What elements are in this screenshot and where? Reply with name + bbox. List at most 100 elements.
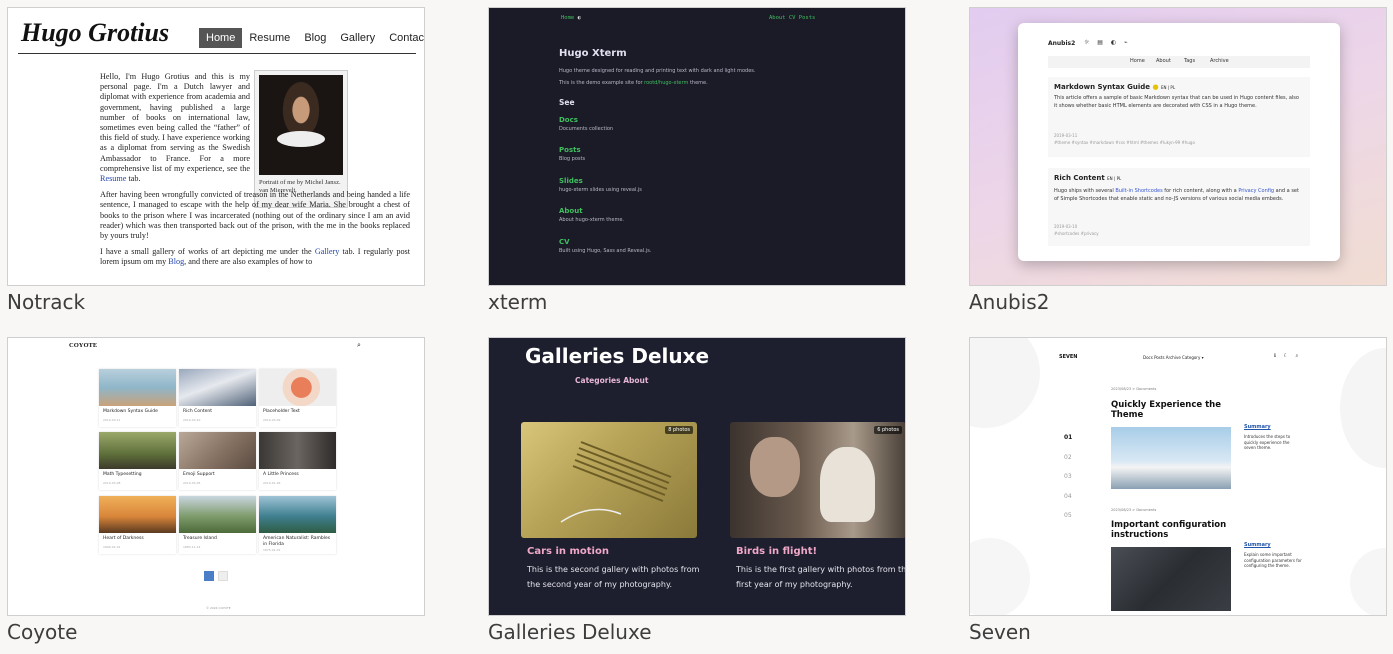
bg-blob	[1340, 348, 1386, 468]
list-item[interactable]: Treasure Island 1883-11-14	[179, 496, 256, 554]
gallery-title[interactable]: Birds in flight!	[736, 546, 817, 557]
caption-xterm[interactable]: xterm	[488, 290, 547, 314]
browser-window: Anubis2 ☼ ▤ ◐ ⌁ Home About Tags Archive …	[1018, 23, 1340, 261]
site-nav[interactable]: Categories About	[575, 376, 648, 385]
gallery-link[interactable]: Gallery	[315, 247, 340, 256]
caption-coyote[interactable]: Coyote	[7, 620, 77, 644]
breadcrumb[interactable]: 2023/08/23 > Documents	[1111, 508, 1156, 512]
header-tools[interactable]: ℹ ☾ ⌕	[1274, 353, 1301, 359]
gallery-cover-birds[interactable]: 6 photos	[730, 422, 905, 538]
bg-blob	[970, 338, 1040, 428]
photo-count-badge: 8 photos	[665, 426, 693, 434]
theme-preview-notrack[interactable]: Hugo Grotius Home Resume Blog Gallery Co…	[7, 7, 425, 286]
resume-link[interactable]: Resume	[100, 174, 126, 183]
list-item[interactable]: Emoji Support 2019-03-05	[179, 432, 256, 490]
tile-image	[179, 432, 256, 469]
header-divider	[18, 53, 416, 54]
nav-archive[interactable]: Archive	[1210, 58, 1229, 64]
footer-text: © 2024 COYOTE	[206, 606, 231, 610]
post-tags[interactable]: #shortcodes #privacy	[1054, 231, 1099, 236]
theme-preview-galleries-deluxe[interactable]: Galleries Deluxe Categories About 8 phot…	[488, 337, 906, 616]
post-image	[1111, 427, 1231, 489]
site-title: Galleries Deluxe	[525, 344, 710, 368]
list-item[interactable]: Markdown Syntax Guide 2019-03-11	[99, 369, 176, 427]
theme-preview-coyote[interactable]: COYOTE ⌕ Markdown Syntax Guide 2019-03-11…	[7, 337, 425, 616]
theme-preview-xterm[interactable]: Home ◐ About CV Posts Hugo Xterm Hugo th…	[488, 7, 906, 286]
gallery-description: This is the second gallery with photos f…	[527, 565, 700, 589]
tile-image	[259, 496, 336, 533]
pager-number[interactable]: 01	[1064, 434, 1072, 441]
caption-notrack[interactable]: Notrack	[7, 290, 85, 314]
post-title[interactable]: Important configuration instructions	[1111, 520, 1251, 540]
list-item[interactable]: A Little Princess 2019-01-26	[259, 432, 336, 490]
list-item[interactable]: Rich Content 2019-03-10	[179, 369, 256, 427]
nav-resume[interactable]: Resume	[242, 28, 297, 48]
tile-image	[259, 432, 336, 469]
nav-blog[interactable]: Blog	[297, 28, 333, 48]
post-title[interactable]: Rich Content EN | PL	[1054, 174, 1121, 182]
list-item[interactable]: American Naturalist: Rambles in Florida 1…	[259, 496, 336, 554]
page-2-button[interactable]	[218, 571, 228, 581]
summary-text: Introduces the steps to quickly experien…	[1244, 434, 1291, 450]
post-card[interactable]: Markdown Syntax Guide ● EN | PL This art…	[1048, 77, 1310, 157]
list-item[interactable]: About About hugo-xterm theme.	[559, 207, 624, 223]
summary-label: Summary	[1244, 542, 1271, 548]
site-title: Hugo Grotius	[21, 18, 170, 47]
site-nav[interactable]: Docs Posts Archive Category ▾	[1143, 355, 1204, 360]
page-1-button[interactable]	[204, 571, 214, 581]
nav-home[interactable]: Home	[199, 28, 243, 48]
caption-anubis2[interactable]: Anubis2	[969, 290, 1049, 314]
nav-home[interactable]: Home ◐	[561, 15, 581, 21]
site-logo[interactable]: SEVEN	[1059, 354, 1078, 360]
see-heading: See	[559, 98, 575, 107]
pager-number[interactable]: 05	[1064, 512, 1072, 519]
blog-link[interactable]: Blog	[168, 257, 184, 266]
post-title[interactable]: Quickly Experience the Theme	[1111, 400, 1251, 420]
car-grille-graphic	[560, 441, 672, 523]
theme-preview-anubis2[interactable]: Anubis2 ☼ ▤ ◐ ⌁ Home About Tags Archive …	[969, 7, 1387, 286]
summary-text: Explain some important configuration par…	[1244, 552, 1302, 568]
caption-galleries-deluxe[interactable]: Galleries Deluxe	[488, 620, 652, 644]
nav-links[interactable]: About CV Posts	[769, 15, 815, 21]
list-item[interactable]: Docs Documents collection	[559, 116, 613, 132]
theme-preview-seven[interactable]: SEVEN Docs Posts Archive Category ▾ ℹ ☾ …	[969, 337, 1387, 616]
tile-image	[99, 369, 176, 406]
site-logo[interactable]: COYOTE	[69, 342, 97, 349]
gallery-cover-cars[interactable]: 8 photos	[521, 422, 697, 538]
post-date: 2019-03-10	[1054, 224, 1078, 229]
list-item[interactable]: CV Built using Hugo, Sass and Reveal.js.	[559, 238, 651, 254]
post-title[interactable]: Markdown Syntax Guide ● EN | PL	[1054, 83, 1175, 91]
caption-seven[interactable]: Seven	[969, 620, 1031, 644]
nav-home[interactable]: Home	[1130, 58, 1145, 64]
contrast-icon[interactable]: ◐	[578, 15, 581, 21]
demo-link[interactable]: rootd/hugo-xterm	[644, 80, 688, 86]
nav-about[interactable]: About	[1156, 58, 1171, 64]
post-card[interactable]: Rich Content EN | PL Hugo ships with sev…	[1048, 168, 1310, 246]
post-image	[1111, 547, 1231, 611]
bg-blob	[970, 538, 1030, 615]
list-item[interactable]: Placeholder Text 2019-03-09	[259, 369, 336, 427]
pager-number[interactable]: 04	[1064, 493, 1072, 500]
demo-line: This is the demo example site for rootd/…	[559, 80, 708, 86]
search-icon[interactable]: ⌕	[357, 341, 361, 350]
pager-number[interactable]: 02	[1064, 454, 1072, 461]
gallery-title[interactable]: Cars in motion	[527, 546, 609, 557]
site-description: Hugo theme designed for reading and prin…	[559, 68, 756, 74]
tile-image	[179, 496, 256, 533]
pager-number[interactable]: 03	[1064, 473, 1072, 480]
nav-contact[interactable]: Contact	[382, 28, 424, 48]
list-item[interactable]: Posts Blog posts	[559, 146, 585, 162]
post-date: 2019-03-11	[1054, 133, 1078, 138]
tile-image	[99, 496, 176, 533]
post-tags[interactable]: #theme #syntax #markdown #css #html #the…	[1054, 140, 1195, 145]
nav-gallery[interactable]: Gallery	[333, 28, 382, 48]
shortcodes-link[interactable]: Built-in Shortcodes	[1115, 188, 1162, 194]
list-item[interactable]: Heart of Darkness 1899-01-01	[99, 496, 176, 554]
privacy-link[interactable]: Privacy Config	[1238, 188, 1274, 194]
list-item[interactable]: Slides hugo-xterm slides using reveal.js	[559, 177, 642, 193]
nav-tags[interactable]: Tags	[1184, 58, 1195, 64]
breadcrumb[interactable]: 2023/08/23 > Documents	[1111, 387, 1156, 391]
list-item[interactable]: Math Typesetting 2019-03-08	[99, 432, 176, 490]
site-brand[interactable]: Anubis2	[1048, 40, 1075, 47]
header-icons[interactable]: ☼ ▤ ◐ ⌁	[1084, 39, 1131, 46]
